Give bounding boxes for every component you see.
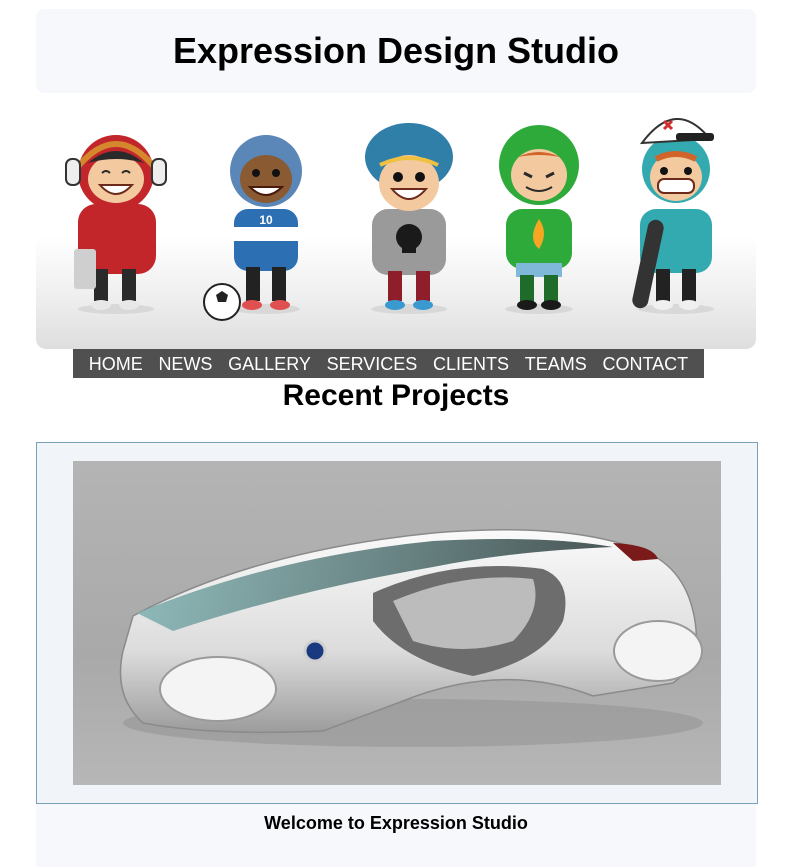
- soccer-kid-figure: 10: [203, 135, 302, 321]
- recent-projects-heading: Recent Projects: [282, 379, 510, 412]
- nav-gallery[interactable]: GALLERY: [228, 353, 311, 375]
- site-header: Expression Design Studio: [36, 9, 756, 93]
- concept-car-image[interactable]: [73, 461, 721, 785]
- welcome-text: Welcome to Expression Studio: [264, 813, 528, 833]
- headphones-kid-figure: [65, 135, 167, 314]
- nav-news[interactable]: NEWS: [158, 353, 212, 375]
- main-nav: HOME NEWS GALLERY SERVICES CLIENTS TEAMS…: [73, 349, 704, 378]
- green-hoodie-kid-figure: [499, 125, 579, 314]
- skull-shirt-kid-figure: [365, 123, 453, 314]
- nav-services[interactable]: SERVICES: [327, 353, 418, 375]
- nav-clients[interactable]: CLIENTS: [433, 353, 509, 375]
- skateboard-kid-figure: [632, 118, 714, 314]
- hero-banner: 10: [36, 99, 756, 349]
- banner-illustration: 10: [65, 118, 714, 321]
- nav-contact[interactable]: CONTACT: [603, 353, 689, 375]
- project-showcase: [36, 442, 758, 804]
- nav-home[interactable]: HOME: [89, 353, 143, 375]
- jersey-number: 10: [259, 213, 273, 227]
- welcome-footer: Welcome to Expression Studio: [36, 804, 756, 867]
- concept-car-illustration: [119, 528, 703, 747]
- site-title: Expression Design Studio: [172, 30, 620, 71]
- nav-teams[interactable]: TEAMS: [525, 353, 587, 375]
